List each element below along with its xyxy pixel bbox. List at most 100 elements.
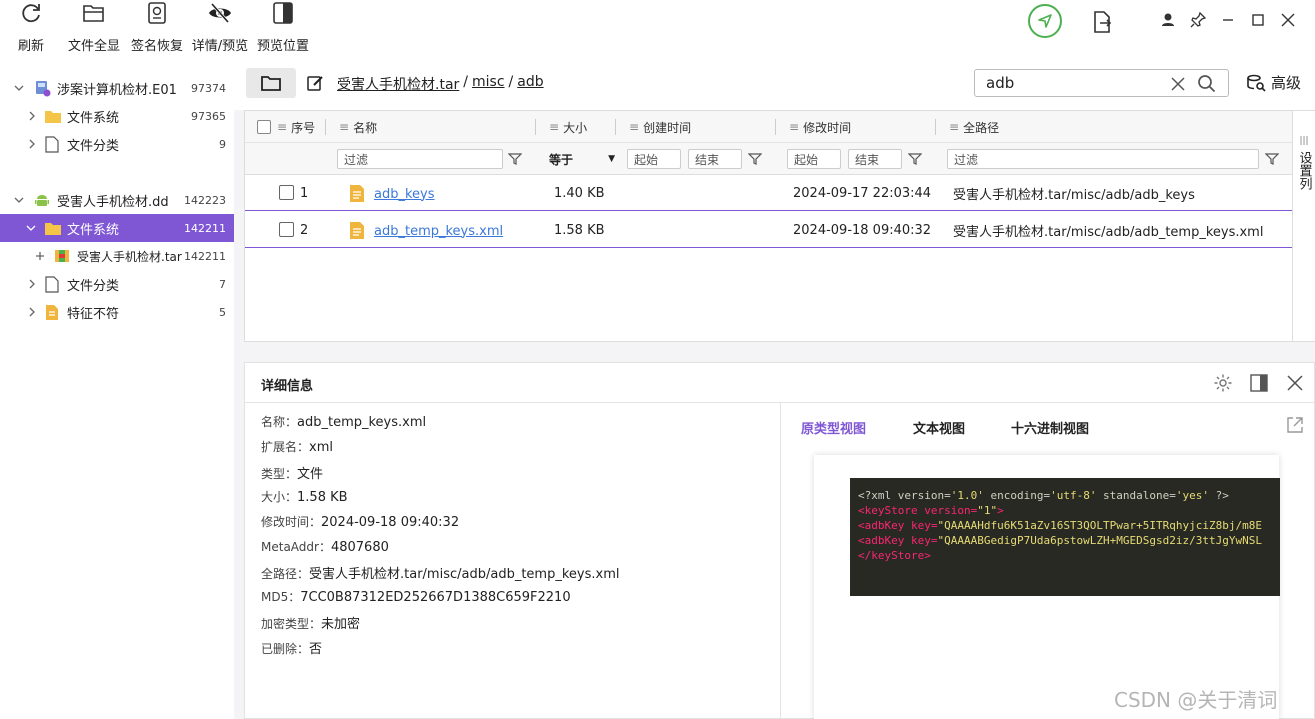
header-name[interactable]: ≡ 名称: [339, 111, 377, 143]
column-title: 全路径: [963, 120, 1000, 135]
clear-search-icon[interactable]: [1170, 76, 1186, 92]
tree-item-case1-filesystem[interactable]: 文件系统 97365: [0, 102, 234, 130]
column-title: 创建时间: [643, 120, 692, 135]
tree-count: 142211: [184, 221, 226, 235]
chevron-right-icon[interactable]: [26, 137, 38, 151]
edit-path-icon[interactable]: [306, 74, 324, 92]
tab-hex-view[interactable]: 十六进制视图: [1011, 418, 1089, 437]
signature-restore-button[interactable]: 签名恢复: [127, 0, 187, 54]
gear-icon[interactable]: [1213, 373, 1233, 393]
show-all-files-button[interactable]: 文件全显: [64, 0, 124, 54]
filter-icon[interactable]: [508, 152, 522, 166]
detail-field-name: 名称：adb_temp_keys.xml: [261, 415, 427, 430]
panel-splitter[interactable]: [780, 403, 781, 719]
minimize-icon[interactable]: [1218, 10, 1238, 30]
file-name-link[interactable]: adb_keys: [374, 176, 435, 212]
advanced-search-button[interactable]: 高级: [1246, 72, 1301, 93]
name-filter-input[interactable]: 过滤: [337, 149, 503, 169]
tree-label: 特征不符: [67, 306, 120, 322]
fullpath-filter-input[interactable]: 过滤: [947, 149, 1259, 169]
breadcrumb-item[interactable]: adb: [517, 74, 543, 94]
column-divider[interactable]: [325, 119, 326, 135]
tree-item-case2-classification[interactable]: 文件分类 7: [0, 270, 234, 298]
column-divider[interactable]: [615, 119, 616, 135]
column-settings-button[interactable]: ||| 设置列: [1292, 111, 1315, 341]
browse-folder-button[interactable]: [246, 68, 296, 98]
tree-item-case1-classification[interactable]: 文件分类 9: [0, 130, 234, 158]
filter-icon[interactable]: [748, 152, 762, 166]
row-checkbox[interactable]: [279, 222, 294, 237]
chevron-down-icon[interactable]: [24, 221, 38, 235]
tree-item-case-dd[interactable]: 受害人手机检材.dd 142223: [0, 186, 234, 214]
column-title: 大小: [563, 120, 588, 135]
refresh-button[interactable]: 刷新: [14, 0, 48, 54]
header-index[interactable]: ≡ 序号: [257, 111, 315, 143]
tab-raw-view[interactable]: 原类型视图: [801, 418, 866, 437]
pin-icon[interactable]: [1188, 10, 1208, 30]
detail-field-type: 类型：文件: [261, 467, 324, 482]
column-settings-label: 设置列: [1296, 151, 1312, 190]
panel-layout-icon[interactable]: [1249, 373, 1269, 393]
created-start-input[interactable]: 起始: [627, 149, 681, 169]
column-divider[interactable]: [935, 119, 936, 135]
row-checkbox[interactable]: [279, 185, 294, 200]
tree-count: 142211: [184, 249, 226, 263]
column-divider[interactable]: [535, 119, 536, 135]
filter-icon[interactable]: [908, 152, 922, 166]
row-index: 2: [300, 222, 309, 238]
chevron-right-icon[interactable]: [26, 277, 38, 291]
evidence-tree: 涉案计算机检材.E01 97374 文件系统 97365 文件分类 9 受害人手…: [0, 58, 234, 719]
tree-item-case-e01[interactable]: 涉案计算机检材.E01 97374: [0, 74, 234, 102]
open-external-icon[interactable]: [1285, 415, 1305, 435]
close-panel-icon[interactable]: [1285, 373, 1305, 393]
created-end-input[interactable]: 结束: [688, 149, 742, 169]
tree-item-case2-tar[interactable]: 受害人手机检材.tar 142211: [0, 242, 234, 270]
filter-icon[interactable]: [1265, 152, 1279, 166]
tree-item-case2-filesystem[interactable]: 文件系统 142211: [0, 214, 234, 242]
header-created[interactable]: ≡ 创建时间: [629, 111, 691, 143]
tree-item-case2-signature-mismatch[interactable]: 特征不符 5: [0, 298, 234, 326]
search-icon[interactable]: [1197, 74, 1217, 94]
user-icon[interactable]: [1158, 10, 1178, 30]
path-bar: 受害人手机检材.tar / misc / adb adb 高级: [234, 58, 1315, 110]
navigation-icon: [1038, 14, 1052, 28]
chevron-down-icon[interactable]: [12, 193, 26, 207]
show-all-files-label: 文件全显: [67, 39, 120, 54]
select-all-checkbox[interactable]: [257, 120, 271, 134]
eye-off-icon: [209, 3, 231, 23]
column-divider[interactable]: [775, 119, 776, 135]
export-file-icon[interactable]: [1091, 10, 1113, 34]
search-input[interactable]: adb: [986, 74, 1014, 92]
tab-text-view[interactable]: 文本视图: [913, 418, 965, 437]
header-size[interactable]: ≡ 大小: [549, 111, 587, 143]
location-status-button[interactable]: [1028, 4, 1062, 38]
preview-position-button[interactable]: 预览位置: [253, 0, 313, 54]
maximize-icon[interactable]: [1248, 10, 1268, 30]
column-menu-icon: ≡: [629, 120, 640, 134]
file-table: ≡ 序号 ≡ 名称 ≡ 大小 ≡ 创建时间 ≡ 修改时间 ≡ 全路径 过滤 等于…: [244, 110, 1315, 342]
breadcrumb-item[interactable]: 受害人手机检材.tar: [337, 74, 459, 94]
header-modified[interactable]: ≡ 修改时间: [789, 111, 851, 143]
detail-field-deleted: 已删除：否: [261, 642, 323, 657]
detail-field-metaaddr: MetaAddr：4807680: [261, 540, 389, 555]
header-fullpath[interactable]: ≡ 全路径: [949, 111, 999, 143]
chevron-down-icon[interactable]: [12, 81, 26, 95]
archive-icon: [55, 250, 69, 262]
close-window-icon[interactable]: [1278, 10, 1298, 30]
detail-field-size: 大小：1.58 KB: [261, 490, 348, 505]
row-fullpath: 受害人手机检材.tar/misc/adb/adb_temp_keys.xml: [953, 224, 1264, 240]
modified-start-input[interactable]: 起始: [787, 149, 841, 169]
watermark: CSDN @关于清词: [1114, 688, 1278, 712]
refresh-label: 刷新: [17, 39, 44, 54]
size-operator-select[interactable]: 等于 ▼: [549, 149, 615, 169]
refresh-icon: [22, 4, 40, 23]
expand-plus-icon[interactable]: [34, 250, 46, 262]
detail-preview-button[interactable]: 详情/预览: [188, 0, 252, 54]
modified-end-input[interactable]: 结束: [848, 149, 902, 169]
breadcrumb-item[interactable]: misc: [472, 74, 505, 94]
file-icon: [350, 185, 364, 202]
detail-field-md5: MD5：7CC0B87312ED252667D1388C659F2210: [261, 590, 571, 605]
chevron-right-icon[interactable]: [26, 109, 38, 123]
chevron-right-icon[interactable]: [26, 305, 38, 319]
file-name-link[interactable]: adb_temp_keys.xml: [374, 213, 503, 249]
